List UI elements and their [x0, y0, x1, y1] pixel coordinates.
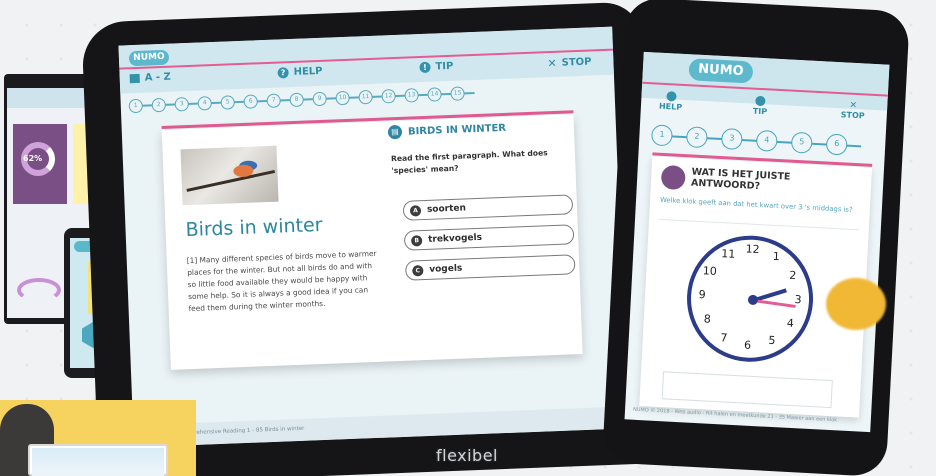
help-label: HELP: [293, 65, 323, 78]
option-letter: A: [409, 204, 422, 217]
clock-numeral-5: 5: [768, 333, 776, 347]
tablet-step-9[interactable]: 9: [312, 91, 327, 107]
tablet-step-3[interactable]: 3: [174, 96, 190, 112]
book-icon: [129, 73, 140, 84]
clock-numeral-12: 12: [745, 242, 760, 257]
tablet-step-6[interactable]: 6: [243, 94, 258, 109]
phone-step-6[interactable]: 6: [825, 133, 848, 156]
branch-shape: [186, 169, 276, 192]
laptop-screen: [32, 448, 164, 476]
stop-button[interactable]: ✕ STOP: [547, 55, 592, 70]
clock-numeral-10: 10: [702, 264, 718, 278]
bird-photo: [180, 145, 279, 206]
tablet-step-1[interactable]: 1: [128, 98, 144, 114]
tablet-step-5[interactable]: 5: [220, 95, 235, 110]
help-button[interactable]: ? HELP: [277, 65, 323, 79]
tablet-step-7[interactable]: 7: [266, 93, 281, 108]
monitor-ring-graphic: [17, 278, 61, 302]
clock-numeral-7: 7: [720, 330, 728, 345]
option-letter: B: [410, 234, 423, 247]
option-label: soorten: [426, 203, 467, 215]
tablet-step-11[interactable]: 11: [358, 89, 373, 105]
monitor-progress-percent: 62%: [23, 154, 43, 163]
option-label: trekvogels: [427, 232, 483, 245]
tip-button[interactable]: ! TIP: [419, 60, 454, 74]
tablet-step-13[interactable]: 13: [404, 88, 419, 103]
clock-numeral-8: 8: [703, 312, 712, 326]
tip-label: TIP: [435, 60, 454, 73]
option-label: vogels: [429, 263, 463, 275]
tablet-screen: NUMO A - Z ? HELP ! TIP ✕ STOP 123456789…: [118, 26, 628, 448]
help-icon: [665, 91, 677, 102]
clock-numeral-3: 3: [794, 293, 802, 307]
tablet-step-15[interactable]: 15: [450, 86, 465, 101]
phone-step-4[interactable]: 4: [755, 129, 778, 152]
phone-step-1[interactable]: 1: [650, 124, 673, 147]
tablet-step-10[interactable]: 10: [335, 90, 350, 106]
phone-screen: NUMO HELP TIP ✕ STOP 123456 WAT IS HET J…: [624, 51, 890, 433]
tablet-logo[interactable]: NUMO: [128, 49, 170, 67]
phone-logo[interactable]: NUMO: [688, 58, 754, 84]
phone-stop-button[interactable]: ✕ STOP: [840, 100, 866, 121]
clock-center: [747, 294, 759, 306]
phone-tip-label: TIP: [752, 106, 768, 117]
phone-step-5[interactable]: 5: [790, 131, 813, 154]
tablet-step-14[interactable]: 14: [427, 87, 442, 102]
close-icon: ✕: [547, 56, 557, 71]
phone-help-button[interactable]: HELP: [659, 91, 683, 112]
phone-tip-button[interactable]: TIP: [752, 95, 768, 117]
minute-hand: [751, 298, 796, 308]
phone-step-3[interactable]: 3: [720, 128, 743, 151]
az-button[interactable]: A - Z: [129, 71, 172, 85]
phone-step-2[interactable]: 2: [685, 126, 708, 149]
option-letter: C: [412, 264, 424, 277]
stop-label: STOP: [561, 56, 592, 69]
tablet-step-4[interactable]: 4: [197, 96, 213, 111]
help-icon: ?: [277, 67, 289, 79]
clock-numeral-4: 4: [786, 316, 795, 331]
tablet-step-8[interactable]: 8: [289, 92, 304, 108]
phone-help-label: HELP: [658, 101, 683, 112]
clock-numeral-2: 2: [789, 268, 797, 283]
az-label: A - Z: [144, 71, 172, 84]
clock-numeral-1: 1: [772, 250, 781, 264]
video-caption: flexibel: [436, 446, 498, 465]
yellow-blob-decoration: [826, 278, 886, 330]
tablet-step-12[interactable]: 12: [381, 89, 396, 104]
phone-step-indicator: 123456: [650, 124, 848, 156]
clock-numeral-11: 11: [720, 247, 736, 262]
clock-numeral-6: 6: [743, 338, 752, 352]
tablet-step-2[interactable]: 2: [151, 97, 167, 113]
tip-icon: [755, 95, 766, 107]
tip-icon: !: [419, 61, 431, 74]
phone-stop-label: STOP: [840, 110, 865, 121]
lesson-paragraph: [1] Many different species of birds move…: [186, 248, 377, 314]
clock-numeral-9: 9: [698, 288, 707, 302]
